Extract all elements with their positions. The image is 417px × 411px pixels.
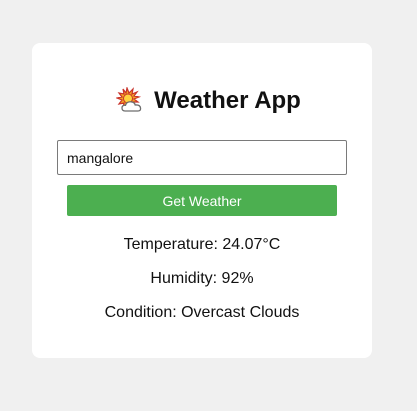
temperature-readout: Temperature: 24.07°C [32,235,372,255]
sun-behind-cloud-icon [115,85,144,115]
temperature-label: Temperature: [123,236,218,253]
city-search-input[interactable] [57,140,347,175]
condition-readout: Condition: Overcast Clouds [32,303,372,323]
page-title: Weather App [154,87,301,114]
temperature-value: 24.07°C [222,236,281,253]
get-weather-button[interactable]: Get Weather [67,185,337,216]
humidity-readout: Humidity: 92% [32,269,372,289]
humidity-value: 92% [221,270,254,287]
condition-value: Overcast Clouds [181,304,300,321]
app-header: Weather App [0,85,417,117]
humidity-label: Humidity: [150,270,218,287]
condition-label: Condition: [104,304,177,321]
